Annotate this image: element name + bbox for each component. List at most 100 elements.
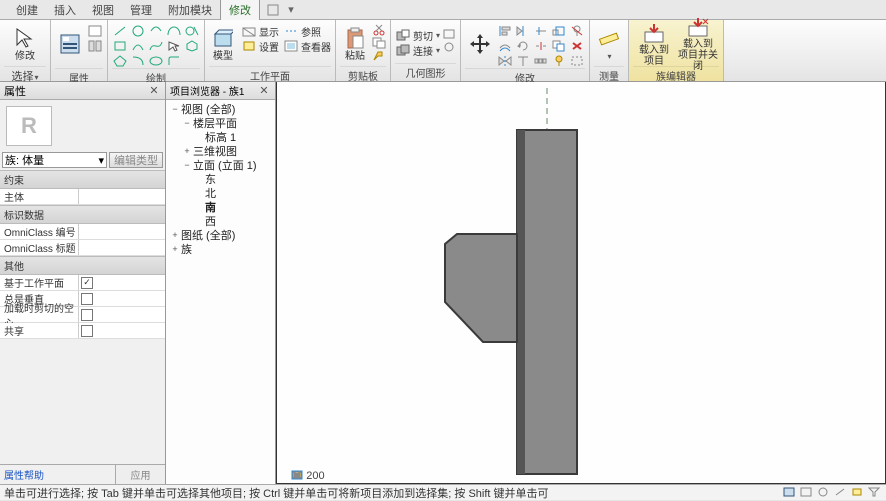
group-icon[interactable] (569, 54, 585, 68)
load-into-project-button[interactable]: 载入到 项目 (633, 22, 675, 66)
paste-button[interactable]: 粘贴 (340, 22, 370, 66)
model-button[interactable]: 模型 (209, 22, 237, 66)
pin-icon[interactable] (551, 54, 567, 68)
qat-dropdown-icon[interactable]: ▾ (284, 3, 298, 17)
arc3-icon[interactable] (148, 24, 164, 38)
ellipse-icon[interactable] (148, 54, 164, 68)
tree-level1[interactable]: 标高 1 (166, 130, 275, 144)
fillet-icon[interactable] (166, 54, 182, 68)
copy-icon[interactable] (551, 39, 567, 53)
workplane-checkbox[interactable]: ✓ (81, 277, 93, 289)
delete-icon[interactable] (569, 39, 585, 53)
mirror1-icon[interactable] (497, 54, 513, 68)
status-icon-3[interactable] (817, 487, 831, 499)
match-icon[interactable] (372, 50, 386, 62)
tree-south[interactable]: 南 (166, 200, 275, 214)
tree-views[interactable]: −视图 (全部) (166, 102, 275, 116)
viewer-button[interactable]: 查看器 (283, 39, 331, 53)
qat-box-icon[interactable] (266, 3, 280, 17)
ref-button[interactable]: 参照 (283, 24, 331, 38)
browser-close-icon[interactable]: ✕ (257, 84, 271, 97)
tab-addins[interactable]: 附加模块 (160, 0, 220, 20)
offset-icon[interactable] (497, 39, 513, 53)
modify-button[interactable]: 修改 (4, 22, 46, 66)
trim2-icon[interactable] (533, 24, 549, 38)
tab-insert[interactable]: 插入 (46, 0, 84, 20)
tangent-icon[interactable] (184, 24, 200, 38)
workspace: 属性 ✕ R 族: 体量▾ 编辑类型 约束 主体 标识数据 OmniClass … (0, 82, 886, 484)
tree-families[interactable]: +族 (166, 242, 275, 256)
family-types-icon[interactable] (87, 39, 103, 53)
tree-east[interactable]: 东 (166, 172, 275, 186)
geom1-icon[interactable] (442, 28, 456, 40)
poly-icon[interactable] (112, 54, 128, 68)
mirror2-icon[interactable] (515, 24, 531, 38)
move-button[interactable] (465, 22, 495, 66)
tab-view[interactable]: 视图 (84, 0, 122, 20)
spline-icon[interactable] (148, 39, 164, 53)
measure-icon (597, 27, 621, 51)
type-props-icon[interactable] (87, 24, 103, 38)
tab-manage[interactable]: 管理 (122, 0, 160, 20)
tree-elevations[interactable]: −立面 (立面 1) (166, 158, 275, 172)
status-icon-4[interactable] (834, 487, 848, 499)
status-icon-2[interactable] (800, 487, 814, 499)
measure-button[interactable]: ▾ (594, 22, 624, 66)
circle-icon[interactable] (130, 24, 146, 38)
props-button[interactable] (55, 22, 85, 66)
voids-checkbox[interactable] (81, 309, 93, 321)
tree-west[interactable]: 西 (166, 214, 275, 228)
line-icon[interactable] (112, 24, 128, 38)
apply-button[interactable]: 应用 (115, 465, 165, 484)
paste-icon (343, 26, 367, 50)
tree-north[interactable]: 北 (166, 186, 275, 200)
array-icon[interactable] (533, 54, 549, 68)
properties-close-icon[interactable]: ✕ (147, 84, 161, 97)
tree-sheets[interactable]: +图纸 (全部) (166, 228, 275, 242)
cut-geom-button[interactable]: 剪切▾ (395, 28, 440, 42)
show-button[interactable]: 显示 (241, 24, 279, 38)
tree-floorplans[interactable]: −楼层平面 (166, 116, 275, 130)
split-icon[interactable] (533, 39, 549, 53)
hide-icon[interactable] (431, 470, 445, 482)
properties-help-link[interactable]: 属性帮助 (0, 465, 115, 484)
shadows-icon[interactable] (391, 470, 405, 482)
trim1-icon[interactable] (515, 54, 531, 68)
rect-icon[interactable] (112, 39, 128, 53)
detail-level-icon[interactable] (331, 470, 345, 482)
type-thumbnail: R (6, 106, 52, 146)
cut-clip-icon[interactable] (372, 24, 386, 36)
pick-icon[interactable] (166, 39, 182, 53)
set-button[interactable]: 设置 (241, 39, 279, 53)
edit-type-button[interactable]: 编辑类型 (109, 152, 163, 168)
inscribe-icon[interactable] (184, 39, 200, 53)
geom2-icon[interactable] (442, 41, 456, 53)
crop-icon[interactable] (411, 470, 425, 482)
omniclass-num-input[interactable] (81, 226, 163, 237)
tab-create[interactable]: 创建 (8, 0, 46, 20)
arc2-icon[interactable] (130, 54, 146, 68)
align-icon[interactable] (497, 24, 513, 38)
status-icon-5[interactable] (851, 487, 865, 499)
scale-icon[interactable] (551, 24, 567, 38)
browser-header: 项目浏览器 - 族1 ✕ (166, 82, 275, 100)
copy-clip-icon[interactable] (372, 37, 386, 49)
rotate-icon[interactable] (515, 39, 531, 53)
reveal-icon[interactable] (451, 470, 465, 482)
filter-icon[interactable] (868, 487, 882, 499)
join-geom-button[interactable]: 连接▾ (395, 43, 440, 57)
unpin-icon[interactable] (569, 24, 585, 38)
load-close-button[interactable]: 载入到 项目并关闭 (677, 22, 719, 66)
vertical-checkbox[interactable] (81, 293, 93, 305)
visual-style-icon[interactable] (351, 470, 365, 482)
arc1-icon[interactable] (130, 39, 146, 53)
status-icon-1[interactable] (783, 487, 797, 499)
type-selector[interactable]: 族: 体量▾ (2, 152, 107, 168)
halfellipse-icon[interactable] (166, 24, 182, 38)
tab-modify[interactable]: 修改 (220, 0, 260, 20)
tree-3dviews[interactable]: +三维视图 (166, 144, 275, 158)
drawing-canvas[interactable]: 1 : 200 (276, 82, 886, 484)
shared-checkbox[interactable] (81, 325, 93, 337)
ribbon-tabs: 创建 插入 视图 管理 附加模块 修改 ▾ (0, 0, 886, 20)
sun-path-icon[interactable] (371, 470, 385, 482)
